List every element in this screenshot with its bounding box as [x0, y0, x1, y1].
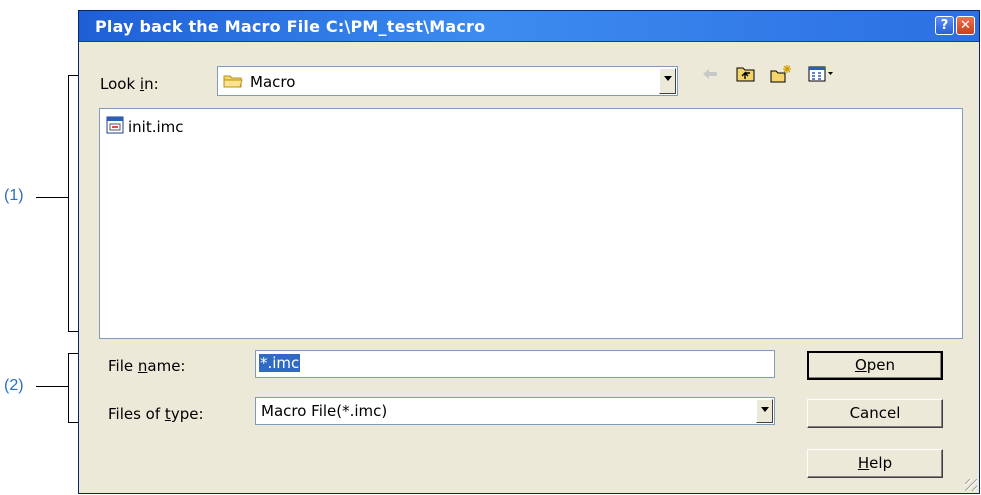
file-type-dropdown[interactable]: Macro File(*.imc)	[255, 397, 775, 425]
open-button[interactable]: Open	[807, 351, 943, 380]
resize-grip-icon[interactable]	[965, 479, 977, 491]
help-titlebar-button[interactable]: ?	[935, 16, 954, 35]
folder-icon	[223, 73, 243, 94]
list-item[interactable]: init.imc	[106, 116, 184, 138]
help-button[interactable]: Help	[807, 449, 943, 478]
annotation-1: (1)	[4, 187, 24, 204]
window-title: Play back the Macro File C:\PM_test\Macr…	[95, 17, 486, 36]
annotation-2: (2)	[4, 377, 24, 394]
look-in-dropdown[interactable]: Macro	[217, 66, 678, 96]
chevron-down-icon[interactable]	[659, 68, 676, 94]
question-icon: ?	[940, 18, 949, 33]
file-type-value: Macro File(*.imc)	[261, 402, 388, 420]
title-bar[interactable]: Play back the Macro File C:\PM_test\Macr…	[79, 11, 979, 42]
macro-file-icon	[106, 116, 124, 138]
new-folder-icon[interactable]	[769, 63, 791, 85]
cancel-button[interactable]: Cancel	[807, 399, 943, 428]
file-list[interactable]: init.imc	[99, 108, 963, 339]
annotation-1-connector	[36, 197, 68, 198]
look-in-label: Look in:	[100, 75, 159, 93]
file-name-label: File name:	[108, 357, 186, 375]
file-name-value: *.imc	[259, 354, 301, 372]
close-button[interactable]: ✕	[956, 16, 975, 35]
look-in-value: Macro	[250, 73, 296, 91]
view-menu-icon[interactable]	[807, 63, 833, 85]
file-name-text: init.imc	[128, 118, 184, 136]
file-type-label: Files of type:	[108, 405, 204, 423]
chevron-down-icon[interactable]	[756, 399, 773, 423]
close-icon: ✕	[960, 18, 971, 33]
back-arrow-icon[interactable]	[699, 63, 721, 85]
up-folder-icon[interactable]	[735, 63, 757, 85]
annotation-2-connector	[36, 386, 68, 387]
file-name-input[interactable]: *.imc	[255, 350, 775, 378]
open-file-dialog: Play back the Macro File C:\PM_test\Macr…	[78, 10, 980, 494]
